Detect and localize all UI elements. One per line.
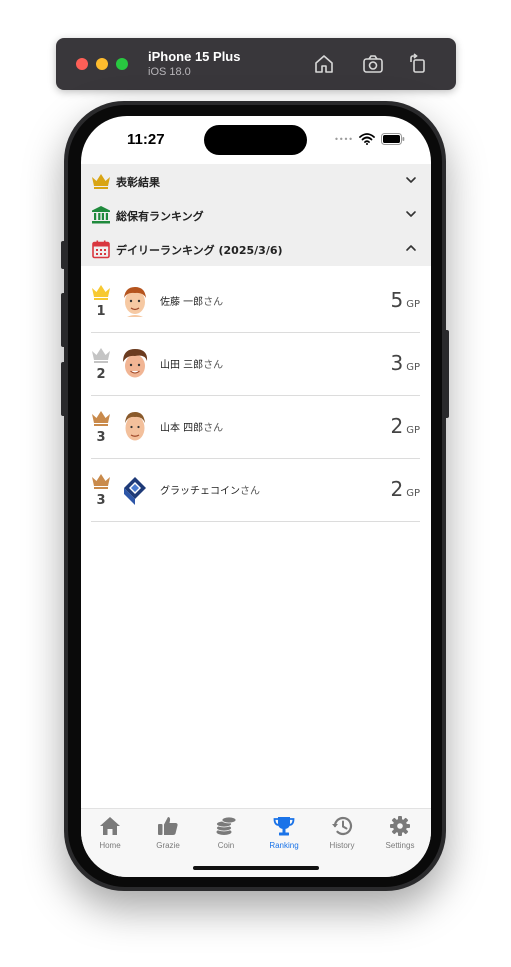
section-daily-ranking-label: デイリーランキング (2025/3/6) [116, 244, 283, 257]
chevron-up-icon [406, 245, 416, 251]
bank-icon [92, 206, 110, 224]
thumbs-up-icon [158, 817, 178, 835]
user-name: 山本 四郎さん [160, 423, 224, 434]
tab-label: History [329, 841, 355, 850]
device-name: iPhone 15 Plus [148, 49, 241, 64]
status-indicators: •••• [334, 133, 405, 145]
signal-dots: •••• [334, 134, 353, 144]
home-button-icon[interactable] [312, 52, 336, 76]
status-time: 11:27 [127, 131, 165, 148]
volume-up-button [61, 293, 66, 347]
gear-icon [390, 816, 410, 836]
avatar [124, 287, 146, 317]
tab-grazie[interactable]: Grazie [139, 815, 197, 855]
volume-down-button [61, 362, 66, 416]
chevron-down-icon [406, 211, 416, 217]
score: 5 GP [390, 288, 420, 312]
user-name: 佐藤 一郎さん [160, 297, 224, 308]
tab-label: Home [99, 841, 121, 850]
rank-number: 3 [96, 493, 106, 508]
tab-label: Coin [217, 841, 235, 850]
ranking-row[interactable]: 2 山田 三郎さん 3 GP [91, 333, 420, 396]
simulator-toolbar: iPhone 15 Plus iOS 18.0 [56, 38, 456, 90]
coin-logo-icon [124, 477, 146, 505]
action-button [61, 241, 66, 269]
score: 2 GP [390, 477, 420, 501]
rank-number: 3 [96, 430, 106, 445]
ranking-row[interactable]: 3 山本 四郎さん 2 GP [91, 396, 420, 459]
trophy-icon [273, 817, 295, 836]
crown-icon [92, 174, 110, 189]
battery-icon [381, 133, 405, 145]
tab-label: Grazie [156, 841, 180, 850]
user-name: グラッチェコインさん [160, 486, 260, 497]
minimize-window-button[interactable] [96, 58, 108, 70]
score-value: 3 [390, 351, 404, 375]
tab-history[interactable]: History [313, 815, 371, 855]
zoom-window-button[interactable] [116, 58, 128, 70]
tab-label: Ranking [269, 841, 299, 850]
score-unit: GP [406, 488, 420, 499]
score-unit: GP [406, 425, 420, 436]
bronze-crown-icon [92, 474, 110, 489]
tab-home[interactable]: Home [81, 815, 139, 855]
section-awards[interactable]: 表彰結果 [81, 164, 431, 198]
dynamic-island [204, 125, 307, 155]
ranking-row[interactable]: 3 グラッチェコインさん 2 GP [91, 459, 420, 522]
section-total-ranking-label: 総保有ランキング [116, 210, 204, 223]
score-value: 5 [390, 288, 404, 312]
coins-icon [216, 816, 237, 835]
chevron-down-icon [406, 177, 416, 183]
calendar-icon [92, 240, 110, 259]
power-button [444, 330, 449, 418]
close-window-button[interactable] [76, 58, 88, 70]
app-screen: 11:27 •••• 表彰結果 総保有ランキング デイリーランキング (2025… [81, 116, 431, 877]
tab-label: Settings [385, 841, 415, 850]
section-total-ranking[interactable]: 総保有ランキング [81, 198, 431, 232]
rank-number: 1 [96, 304, 106, 319]
history-icon [332, 816, 353, 836]
score: 3 GP [390, 351, 420, 375]
wifi-icon [359, 133, 375, 145]
home-indicator[interactable] [193, 866, 319, 870]
rotate-icon[interactable] [406, 52, 430, 76]
os-version: iOS 18.0 [148, 66, 191, 78]
ranking-row[interactable]: 1 佐藤 一郎さん 5 GP [91, 270, 420, 333]
section-daily-ranking[interactable]: デイリーランキング (2025/3/6) [81, 232, 431, 266]
section-awards-label: 表彰結果 [116, 176, 160, 189]
score-unit: GP [406, 362, 420, 373]
gold-crown-icon [92, 285, 110, 300]
screenshot-icon[interactable] [361, 52, 385, 76]
score-value: 2 [390, 414, 404, 438]
silver-crown-icon [92, 348, 110, 363]
home-icon [100, 817, 120, 835]
avatar [123, 349, 148, 378]
score-unit: GP [406, 299, 420, 310]
tab-coin[interactable]: Coin [197, 815, 255, 855]
user-name: 山田 三郎さん [160, 360, 224, 371]
bronze-crown-icon [92, 411, 110, 426]
tab-ranking[interactable]: Ranking [255, 815, 313, 855]
tab-settings[interactable]: Settings [371, 815, 429, 855]
score: 2 GP [390, 414, 420, 438]
score-value: 2 [390, 477, 404, 501]
rank-number: 2 [96, 367, 106, 382]
avatar [125, 412, 145, 441]
